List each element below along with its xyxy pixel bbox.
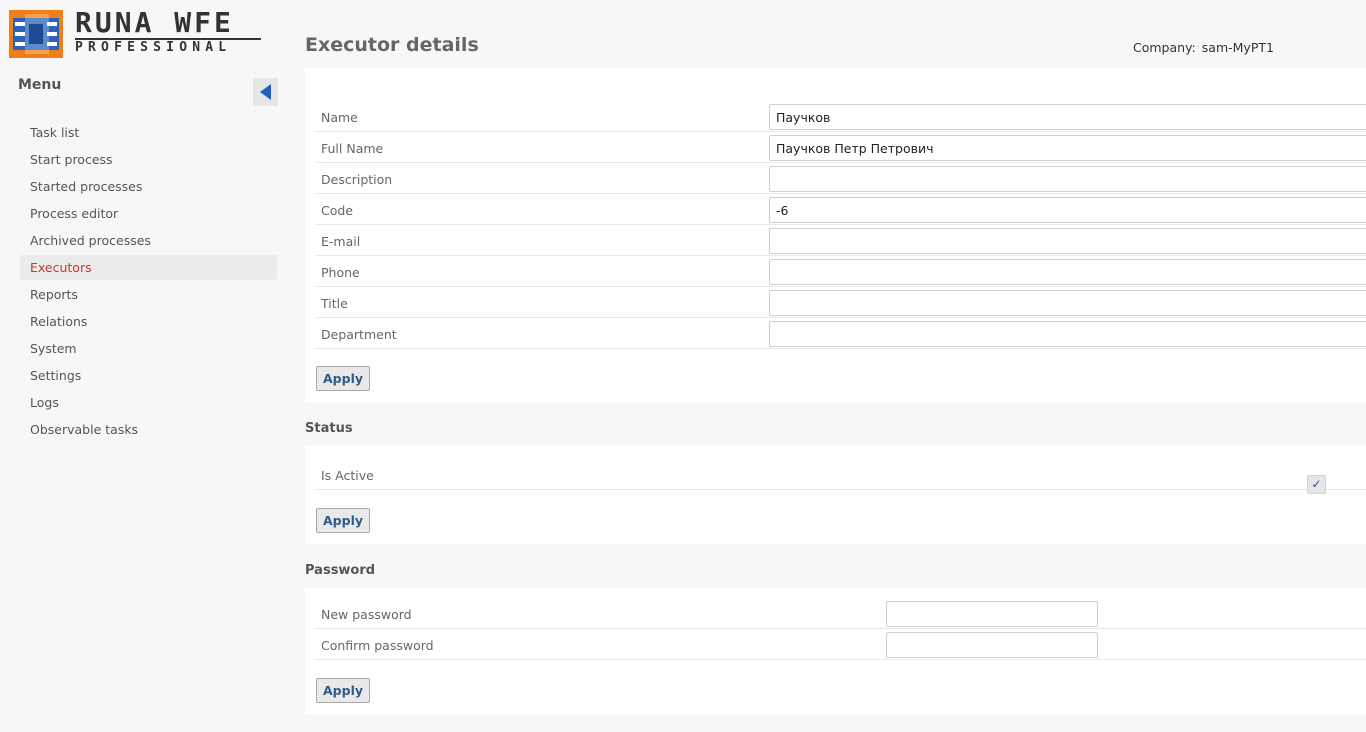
menu-item-executors[interactable]: Executors <box>20 255 277 280</box>
field-row-new-password: New password <box>316 598 1366 629</box>
field-row-is-active: Is Active ✓ <box>316 459 1366 494</box>
full-name-label: Full Name <box>321 141 384 156</box>
runa-chip-logo-icon <box>9 10 63 58</box>
apply-status-button[interactable]: Apply <box>316 508 371 533</box>
password-heading: Password <box>305 563 376 578</box>
menu-item-system[interactable]: System <box>20 336 277 361</box>
company-value: sam-MyPT1 <box>1201 40 1274 55</box>
status-heading: Status <box>305 421 353 436</box>
company-info: Company: sam-MyPT1 <box>1133 40 1274 55</box>
confirm-password-input[interactable] <box>886 632 1098 658</box>
apply-password-button[interactable]: Apply <box>316 678 371 703</box>
new-password-input[interactable] <box>886 601 1098 627</box>
main-menu: Task list Start process Started processe… <box>20 120 277 444</box>
department-input[interactable] <box>769 321 1366 347</box>
field-row-title: Title <box>316 287 1366 318</box>
status-panel: Is Active ✓ Apply <box>305 446 1366 544</box>
phone-label: Phone <box>321 265 360 280</box>
is-active-label: Is Active <box>321 468 374 483</box>
new-password-label: New password <box>321 607 412 622</box>
department-label: Department <box>321 327 397 342</box>
menu-item-observable-tasks[interactable]: Observable tasks <box>20 417 277 442</box>
menu-item-relations[interactable]: Relations <box>20 309 277 334</box>
full-name-input[interactable] <box>769 135 1366 161</box>
description-input[interactable] <box>769 166 1366 192</box>
logo-subtitle: PROFESSIONAL <box>75 40 232 55</box>
logo-title: RUNA WFE <box>75 6 234 39</box>
field-row-description: Description <box>316 163 1366 194</box>
menu-item-started-processes[interactable]: Started processes <box>20 174 277 199</box>
executor-details-panel: Name Full Name Description Code E-mail P… <box>305 68 1366 402</box>
sidebar: RUNA WFE PROFESSIONAL Menu Task list Sta… <box>0 0 290 732</box>
title-label: Title <box>321 296 348 311</box>
menu-item-process-editor[interactable]: Process editor <box>20 201 277 226</box>
code-label: Code <box>321 203 354 218</box>
menu-item-logs[interactable]: Logs <box>20 390 277 415</box>
password-panel: New password Confirm password Apply <box>305 588 1366 714</box>
collapse-menu-button[interactable] <box>253 78 278 106</box>
email-input[interactable] <box>769 228 1366 254</box>
description-label: Description <box>321 172 393 187</box>
menu-item-start-process[interactable]: Start process <box>20 147 277 172</box>
page-title: Executor details <box>305 34 479 56</box>
menu-item-settings[interactable]: Settings <box>20 363 277 388</box>
email-label: E-mail <box>321 234 361 249</box>
menu-item-task-list[interactable]: Task list <box>20 120 277 145</box>
menu-title: Menu <box>18 77 62 93</box>
checkmark-icon: ✓ <box>1311 477 1322 491</box>
menu-item-archived-processes[interactable]: Archived processes <box>20 228 277 253</box>
phone-input[interactable] <box>769 259 1366 285</box>
company-label: Company: <box>1133 40 1196 55</box>
field-row-department: Department <box>316 318 1366 349</box>
name-label: Name <box>321 110 358 125</box>
title-input[interactable] <box>769 290 1366 316</box>
triangle-left-icon <box>260 84 271 100</box>
name-input[interactable] <box>769 104 1366 130</box>
apply-details-button[interactable]: Apply <box>316 366 371 391</box>
field-row-email: E-mail <box>316 225 1366 256</box>
confirm-password-label: Confirm password <box>321 638 434 653</box>
field-row-name: Name <box>316 101 1366 132</box>
field-row-confirm-password: Confirm password <box>316 629 1366 660</box>
menu-item-reports[interactable]: Reports <box>20 282 277 307</box>
is-active-checkbox[interactable]: ✓ <box>1307 475 1326 494</box>
field-row-full-name: Full Name <box>316 132 1366 163</box>
field-row-phone: Phone <box>316 256 1366 287</box>
code-input[interactable] <box>769 197 1366 223</box>
field-row-code: Code <box>316 194 1366 225</box>
runa-wfe-logo[interactable]: RUNA WFE PROFESSIONAL <box>9 6 261 60</box>
